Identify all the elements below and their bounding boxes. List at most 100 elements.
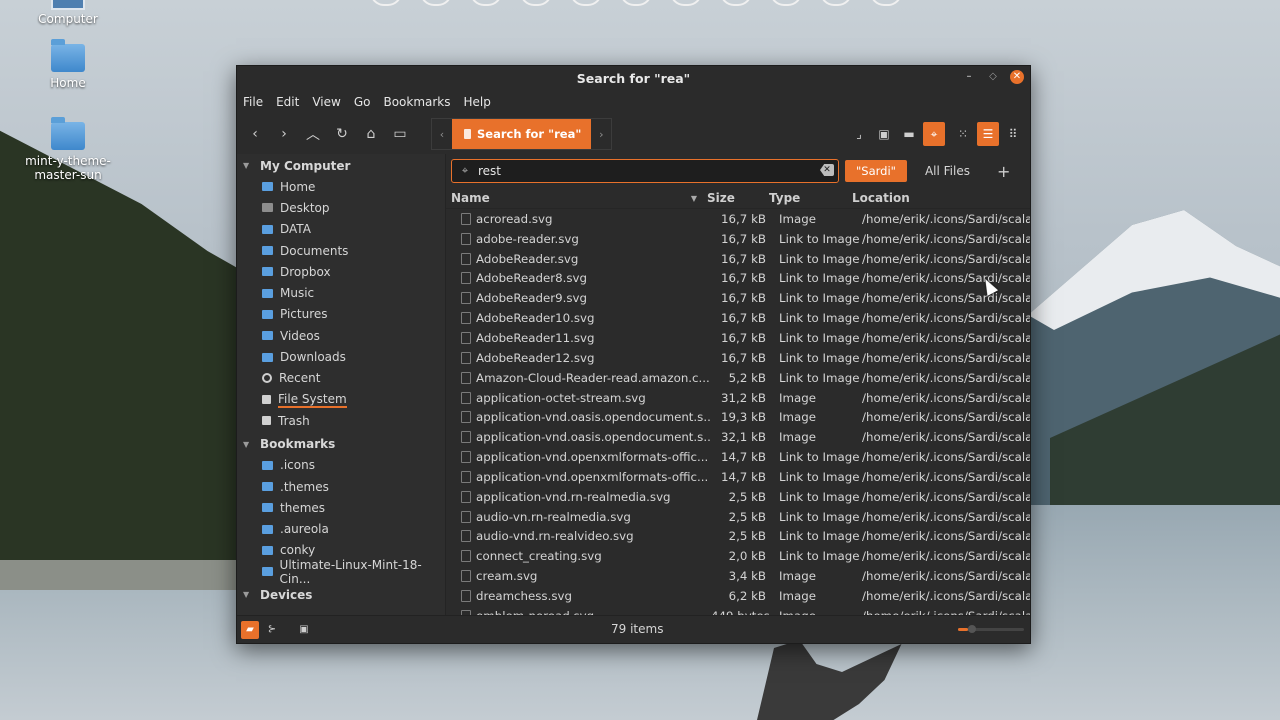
file-name-cell: audio-vnd.rn-realvideo.svg	[446, 529, 711, 543]
file-row[interactable]: application-vnd.oasis.opendocument.s... 1…	[446, 407, 1030, 427]
menu-edit[interactable]: Edit	[276, 95, 299, 109]
close-button[interactable]: ✕	[1010, 70, 1024, 84]
sidebar-bookmark-ultimate-linux-mint[interactable]: Ultimate-Linux-Mint-18-Cin...	[237, 558, 445, 586]
search-scope-all-files-button[interactable]: All Files	[925, 164, 970, 178]
sidebar-item-downloads[interactable]: Downloads	[237, 346, 445, 367]
file-name: application-vnd.rn-realmedia.svg	[476, 489, 671, 504]
file-row[interactable]: AdobeReader9.svg 16,7 kB Link to Image/hom…	[446, 288, 1030, 308]
sidebar-item-music[interactable]: Music	[237, 282, 445, 303]
sidebar-item-videos[interactable]: Videos	[237, 325, 445, 346]
sidebar-bookmark-aureola[interactable]: .aureola	[237, 518, 445, 539]
file-row[interactable]: application-vnd.rn-realmedia.svg 2,5 kB Li…	[446, 487, 1030, 507]
file-type: Link to Image	[779, 549, 860, 564]
add-search-criteria-button[interactable]: +	[997, 162, 1010, 181]
file-location: /home/erik/.icons/Sardi/scalab	[862, 390, 1030, 405]
file-row[interactable]: AdobeReader11.svg 16,7 kB Link to Image/ho…	[446, 328, 1030, 348]
image-file-icon	[461, 510, 471, 523]
sidebar-item-file-system[interactable]: File System	[237, 389, 445, 410]
sidebar-item-home[interactable]: Home	[237, 176, 445, 197]
image-file-icon	[461, 550, 471, 563]
menu-help[interactable]: Help	[464, 95, 491, 109]
up-button[interactable]: ︿	[301, 122, 325, 146]
file-row[interactable]: application-vnd.openxmlformats-offic... 1…	[446, 447, 1030, 467]
desktop-icon-computer[interactable]: Computer	[23, 0, 113, 26]
menu-view[interactable]: View	[312, 95, 340, 109]
file-row[interactable]: audio-vn.rn-realmedia.svg 2,5 kB Link to I…	[446, 507, 1030, 527]
zoom-slider-handle[interactable]	[967, 625, 976, 633]
sidebar-item-desktop[interactable]: Desktop	[237, 197, 445, 218]
file-row[interactable]: connect_creating.svg 2,0 kB Link to Image /…	[446, 546, 1030, 566]
clear-search-icon[interactable]: ✕	[820, 164, 834, 176]
file-row[interactable]: application-octet-stream.svg 31,2 kB Image…	[446, 388, 1030, 408]
home-button[interactable]: ⌂	[359, 122, 383, 146]
file-name: Amazon-Cloud-Reader-read.amazon.c...	[476, 370, 710, 385]
trash-icon	[262, 416, 271, 426]
sidebar-item-dropbox[interactable]: Dropbox	[237, 261, 445, 282]
column-header-size[interactable]: Size	[701, 191, 769, 205]
menu-file[interactable]: File	[243, 95, 263, 109]
file-row[interactable]: cream.svg 3,4 kB Image/home/erik/.icons/Sa…	[446, 566, 1030, 586]
column-header-name[interactable]: Name ▼	[446, 191, 701, 205]
compact-view-icon[interactable]: ⠿	[1002, 122, 1024, 146]
file-row[interactable]: application-vnd.oasis.opendocument.s... 3…	[446, 427, 1030, 447]
show-treeview-icon[interactable]: ⊱	[263, 621, 281, 639]
file-row[interactable]: AdobeReader12.svg 16,7 kB Link to Image/ho…	[446, 348, 1030, 368]
desktop-icon-mint-theme[interactable]: mint-y-theme-master-sun	[23, 117, 113, 182]
maximize-button[interactable]: ◇	[986, 70, 1000, 84]
computer-icon	[51, 0, 85, 10]
breadcrumb-search-crumb[interactable]: Search for "rea"	[452, 119, 592, 149]
file-row[interactable]: application-vnd.openxmlformats-offic... 1…	[446, 467, 1030, 487]
search-input[interactable]	[478, 164, 798, 178]
file-row[interactable]: AdobeReader.svg 16,7 kB Link to Image/home…	[446, 249, 1030, 269]
file-row[interactable]: acroread.svg 16,7 kB Image/home/erik/.icon…	[446, 209, 1030, 229]
breadcrumb-prev-button[interactable]: ‹	[432, 128, 452, 141]
section-label: Devices	[260, 587, 313, 602]
search-scope-sardi-button[interactable]: "Sardi"	[845, 160, 907, 182]
menu-go[interactable]: Go	[354, 95, 371, 109]
zoom-slider[interactable]	[958, 625, 1024, 633]
file-row[interactable]: AdobeReader8.svg 16,7 kB Link to Image/hom…	[446, 269, 1030, 289]
sidebar-bookmark-icons[interactable]: .icons	[237, 455, 445, 476]
sidebar-bookmark-themes[interactable]: themes	[237, 497, 445, 518]
column-header-type[interactable]: Type	[769, 191, 852, 205]
file-row[interactable]: Amazon-Cloud-Reader-read.amazon.c... 5,2 …	[446, 368, 1030, 388]
location-toggle-icon[interactable]: ⌖	[923, 122, 945, 146]
reload-button[interactable]: ↻	[330, 122, 354, 146]
sidebar-item-data[interactable]: DATA	[237, 219, 445, 240]
forward-button[interactable]: ›	[272, 122, 296, 146]
file-row[interactable]: adobe-reader.svg 16,7 kB Link to Image/hom…	[446, 229, 1030, 249]
column-header-location[interactable]: Location	[852, 191, 910, 205]
file-location: /home/erik/.icons/Sardi/scalab	[862, 291, 1030, 306]
sidebar-item-recent[interactable]: Recent	[237, 368, 445, 389]
file-name: application-vnd.oasis.opendocument.s...	[476, 430, 711, 445]
breadcrumb-next-button[interactable]: ›	[591, 128, 611, 141]
sidebar-section-bookmarks[interactable]: ▼ Bookmarks	[237, 434, 445, 455]
sidebar-item-label: Pictures	[280, 307, 328, 322]
title-bar[interactable]: Search for "rea" – ◇ ✕	[237, 66, 1030, 90]
sidebar-item-documents[interactable]: Documents	[237, 240, 445, 261]
minimize-button[interactable]: –	[962, 70, 976, 84]
sidebar-item-pictures[interactable]: Pictures	[237, 304, 445, 325]
sidebar-section-my-computer[interactable]: ▼ My Computer	[237, 155, 445, 176]
file-location: /home/erik/.icons/Sardi/scalab	[862, 271, 1030, 286]
back-button[interactable]: ‹	[243, 122, 267, 146]
sidebar-item-trash[interactable]: Trash	[237, 410, 445, 431]
terminal-icon[interactable]: ▣	[873, 122, 895, 146]
menu-bookmarks[interactable]: Bookmarks	[383, 95, 450, 109]
icon-view-icon[interactable]: ⁙	[952, 122, 974, 146]
search-field[interactable]: ⌖ ✕	[451, 159, 839, 183]
sidebar-bookmark-dot-themes[interactable]: .themes	[237, 476, 445, 497]
new-folder-icon[interactable]: ▬	[898, 122, 920, 146]
computer-button[interactable]: ▭	[388, 122, 412, 146]
file-row[interactable]: audio-vnd.rn-realvideo.svg 2,5 kB Link to …	[446, 527, 1030, 547]
hide-sidebar-icon[interactable]: ▣	[295, 621, 313, 639]
file-row[interactable]: dreamchess.svg 6,2 kB Image/home/erik/.ico…	[446, 586, 1030, 606]
list-view-icon[interactable]: ☰	[977, 122, 999, 146]
file-row[interactable]: AdobeReader10.svg 16,7 kB Link to Image/ho…	[446, 308, 1030, 328]
file-size: 16,7 kB	[721, 231, 766, 246]
file-location: /home/erik/.icons/Sardi/scalab	[862, 311, 1030, 326]
sidebar-section-devices[interactable]: ▼ Devices	[237, 584, 445, 605]
open-terminal-icon[interactable]: ⌟	[848, 122, 870, 146]
desktop-icon-home[interactable]: Home	[23, 39, 113, 90]
show-places-icon[interactable]: ▰	[241, 620, 259, 639]
